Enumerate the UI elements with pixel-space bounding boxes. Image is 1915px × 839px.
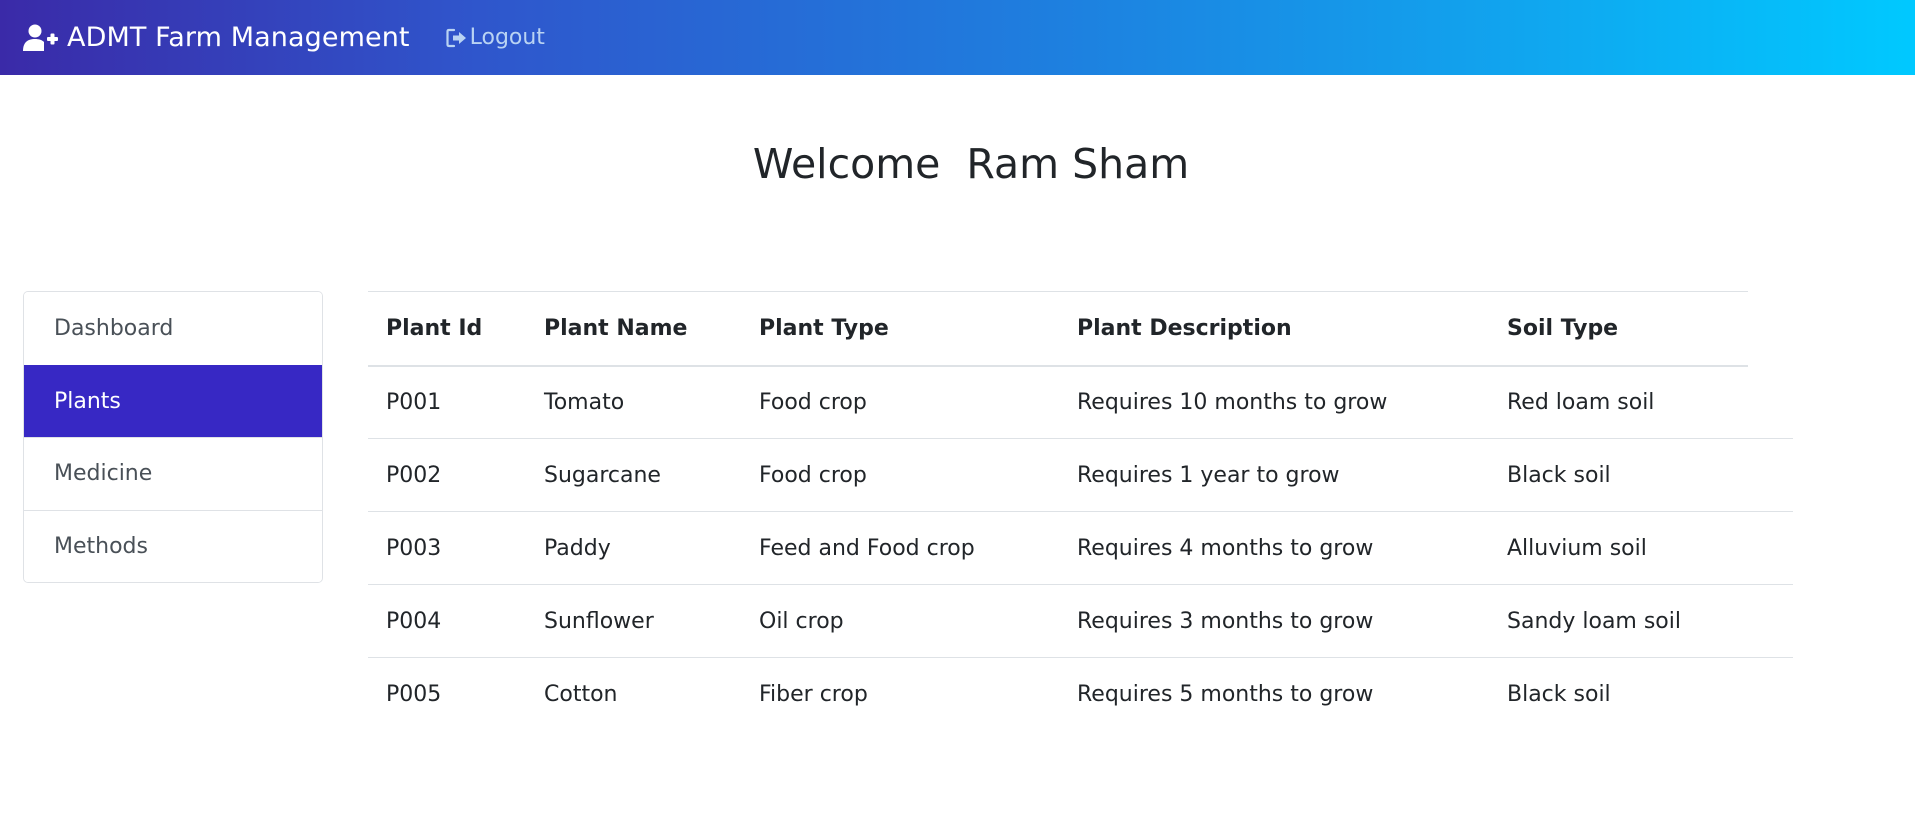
soil-type-cell: Sandy loam soil [1489, 584, 1748, 658]
brand-title: ADMT Farm Management [67, 22, 410, 53]
column-header-plant-id: Plant Id [368, 291, 526, 367]
soil-type-cell: Alluvium soil [1489, 511, 1748, 585]
plant-name-cell: Sunflower [526, 584, 741, 658]
plant-description-cell: Requires 10 months to grow [1059, 365, 1489, 439]
sign-out-icon [446, 28, 468, 48]
table-row: P002 Sugarcane Food crop Requires 1 year… [368, 438, 1793, 512]
spacer-cell [1748, 658, 1793, 731]
plant-type-cell: Food crop [741, 438, 1059, 512]
sidebar-item-plants[interactable]: Plants [24, 364, 322, 437]
plant-description-cell: Requires 5 months to grow [1077, 681, 1374, 707]
plant-name-cell: Tomato [526, 365, 741, 439]
logout-label: Logout [469, 25, 545, 50]
plants-table-container: Plant Id Plant Name Plant Type Plant Des… [368, 291, 1793, 731]
table-header-row: Plant Id Plant Name Plant Type Plant Des… [368, 291, 1793, 367]
table-row: P001 Tomato Food crop Requires 10 months… [368, 365, 1793, 439]
soil-type-cell: Black soil [1507, 681, 1611, 707]
plant-description-cell: Requires 3 months to grow [1059, 584, 1489, 658]
plant-type-cell: Oil crop [741, 584, 1059, 658]
table-row: P004 Sunflower Oil crop Requires 3 month… [368, 584, 1793, 658]
brand-link[interactable]: ADMT Farm Management [23, 22, 410, 53]
top-navbar: ADMT Farm Management Logout [0, 0, 1915, 75]
logout-link[interactable]: Logout [446, 25, 545, 50]
sidebar-menu: Dashboard Plants Medicine Methods [23, 291, 323, 583]
plant-id-cell: P004 [368, 584, 526, 658]
plant-id-cell: P003 [368, 511, 526, 585]
sidebar-item-methods[interactable]: Methods [24, 509, 322, 582]
spacer-cell [1748, 584, 1793, 658]
welcome-heading: Welcome Ram Sham [752, 140, 1190, 188]
plant-id-cell: P002 [368, 438, 526, 512]
column-header-plant-description: Plant Description [1059, 291, 1489, 367]
table-row: P003 Paddy Feed and Food crop Requires 4… [368, 511, 1793, 585]
soil-type-cell: Red loam soil [1489, 365, 1748, 439]
spacer-cell [1748, 365, 1793, 439]
user-plus-icon [23, 24, 59, 52]
spacer-cell [1748, 511, 1793, 585]
plant-id-cell: P001 [368, 365, 526, 439]
soil-type-cell: Black soil [1489, 438, 1748, 512]
sidebar-item-medicine[interactable]: Medicine [24, 437, 322, 510]
spacer-cell [1748, 438, 1793, 512]
column-header-plant-name: Plant Name [526, 291, 741, 367]
plant-name-cell: Paddy [526, 511, 741, 585]
plant-id-cell: P005 [386, 681, 442, 707]
plant-name-cell: Cotton [544, 681, 618, 707]
column-header-soil-type: Soil Type [1489, 291, 1748, 367]
plant-description-cell: Requires 4 months to grow [1059, 511, 1489, 585]
column-header-spacer [1748, 292, 1793, 366]
plant-type-cell: Fiber crop [759, 681, 868, 707]
plant-description-cell: Requires 1 year to grow [1059, 438, 1489, 512]
plants-table: Plant Id Plant Name Plant Type Plant Des… [368, 291, 1793, 731]
plant-type-cell: Feed and Food crop [741, 511, 1059, 585]
plant-name-cell: Sugarcane [526, 438, 741, 512]
column-header-plant-type: Plant Type [741, 291, 1059, 367]
table-row: P005 Cotton Fiber crop Requires 5 months… [368, 658, 1793, 731]
plant-type-cell: Food crop [741, 365, 1059, 439]
sidebar-item-dashboard[interactable]: Dashboard [24, 292, 322, 365]
